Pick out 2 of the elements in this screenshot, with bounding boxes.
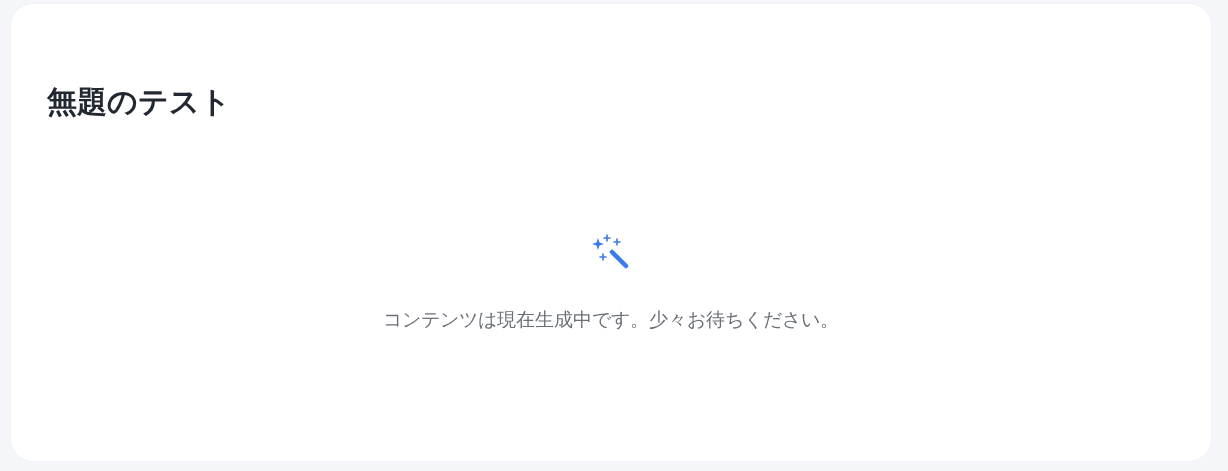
generating-message: コンテンツは現在生成中です。少々お待ちください。 [383,307,839,332]
test-title: 無題のテスト [47,83,232,121]
